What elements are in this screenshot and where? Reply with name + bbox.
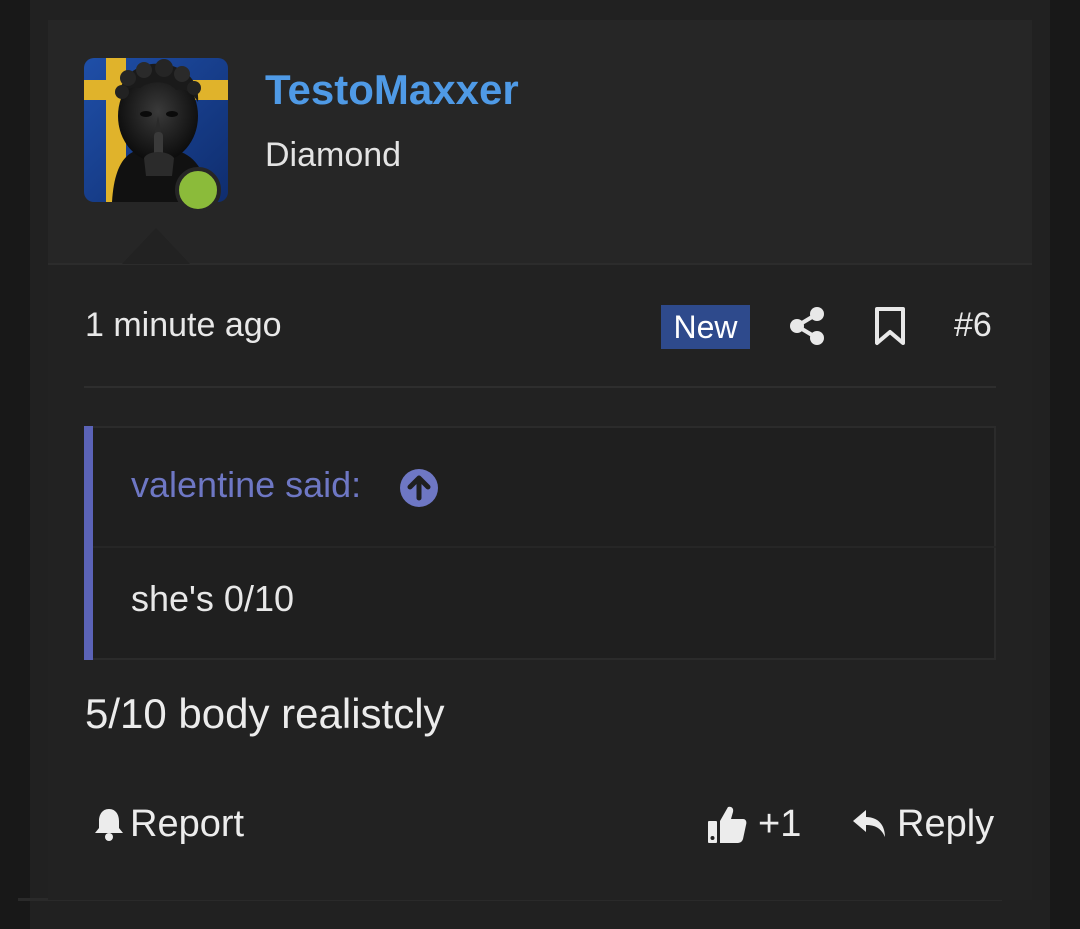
thumbs-up-icon: [708, 806, 747, 843]
report-button[interactable]: Report: [92, 800, 244, 848]
report-label: Report: [130, 802, 245, 845]
like-button[interactable]: +1: [706, 800, 801, 848]
quote-accent-bar: [84, 426, 93, 660]
forum-post: TestoMaxxer Diamond 1 minute ago New #6: [48, 20, 1032, 900]
share-icon[interactable]: [789, 306, 827, 346]
post-meta-row: 1 minute ago New #6: [48, 300, 1032, 360]
quote-text: she's 0/10: [131, 578, 294, 619]
arrow-circle-up-icon[interactable]: [399, 468, 439, 508]
reaction-count[interactable]: +1: [758, 803, 801, 846]
reply-button[interactable]: Reply: [851, 800, 994, 848]
post-timestamp[interactable]: 1 minute ago: [85, 306, 282, 345]
quote-block: valentine said: she's 0/10: [84, 426, 996, 660]
post-body-text: 5/10 body realistcly: [85, 690, 445, 737]
bell-icon: [95, 809, 123, 841]
user-title: Diamond: [265, 136, 402, 174]
quote-header: valentine said:: [93, 428, 996, 548]
username-link[interactable]: TestoMaxxer: [265, 66, 519, 114]
post-number-link[interactable]: #6: [954, 306, 992, 345]
new-badge: New: [661, 305, 750, 349]
meta-divider: [84, 386, 996, 388]
header-pointer: [122, 228, 190, 264]
reply-label: Reply: [897, 802, 995, 845]
quote-author-label[interactable]: valentine said:: [131, 464, 361, 506]
online-status-indicator: [175, 167, 221, 213]
post-actions-row: Report +1 Reply: [48, 800, 1032, 850]
bookmark-icon[interactable]: [872, 306, 908, 346]
reply-arrow-icon: [853, 810, 885, 837]
post-user-header: TestoMaxxer Diamond: [48, 20, 1032, 265]
